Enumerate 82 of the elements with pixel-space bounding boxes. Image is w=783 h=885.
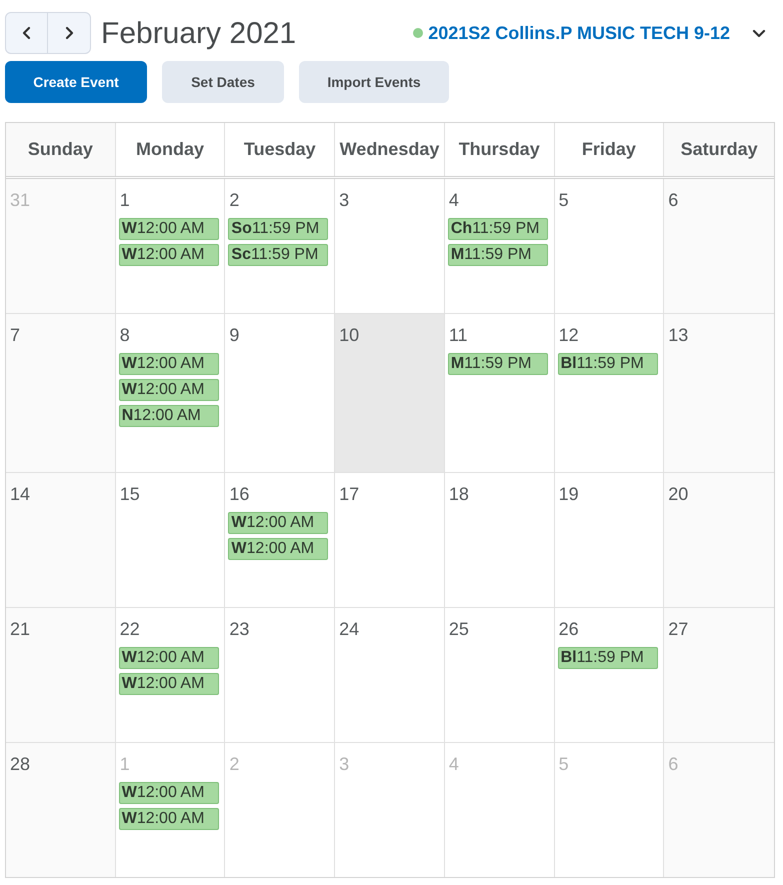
day-number: 16 (229, 484, 250, 504)
day-cell[interactable]: 22 W12:00 AM W12:00 AM (116, 608, 226, 742)
day-number: 5 (558, 754, 569, 774)
day-number: 19 (558, 484, 579, 504)
toolbar-button[interactable]: Create Event (5, 61, 147, 103)
day-cell[interactable]: 7 (6, 314, 116, 472)
toolbar-button[interactable]: Import Events (299, 61, 449, 103)
event-chip[interactable]: W12:00 AM (118, 353, 219, 375)
day-number: 5 (558, 190, 569, 210)
day-number: 11 (448, 325, 468, 345)
day-cell[interactable]: 5 (554, 179, 664, 313)
day-number: 1 (120, 190, 130, 210)
day-number: 3 (339, 190, 350, 210)
day-cell[interactable]: 12 Bl11:59 PM (554, 314, 664, 472)
event-chip[interactable]: M11:59 PM (448, 353, 548, 375)
day-cell[interactable]: 27 (664, 608, 774, 742)
day-number: 21 (10, 619, 30, 639)
day-number: 26 (558, 619, 579, 639)
event-chip[interactable]: W12:00 AM (118, 218, 219, 240)
day-number: 2 (229, 754, 240, 774)
day-number: 18 (448, 484, 469, 504)
event-chip[interactable]: W12:00 AM (118, 808, 219, 830)
day-number: 24 (339, 619, 360, 639)
day-number: 22 (120, 619, 140, 639)
day-cell[interactable]: 16 W12:00 AM W12:00 AM (225, 473, 336, 607)
day-number: 31 (10, 190, 30, 210)
day-cell[interactable]: 2 So11:59 PM Sc11:59 PM (225, 179, 336, 313)
day-cell[interactable]: 1 W12:00 AM W12:00 AM (116, 179, 226, 313)
day-number: 23 (229, 619, 250, 639)
day-number: 17 (339, 484, 360, 504)
day-number: 4 (448, 754, 459, 774)
day-number: 10 (339, 325, 360, 345)
event-chip[interactable]: W12:00 AM (118, 379, 219, 401)
day-cell[interactable]: 19 (554, 473, 664, 607)
day-cell[interactable]: 14 (6, 473, 116, 607)
day-number: 20 (668, 484, 688, 504)
event-chip[interactable]: N12:00 AM (118, 405, 219, 427)
day-number: 25 (448, 619, 469, 639)
weekday-header: Friday (554, 123, 664, 176)
day-cell[interactable]: 21 (6, 608, 116, 742)
event-chip[interactable]: Bl11:59 PM (558, 353, 658, 375)
day-number: 9 (229, 325, 240, 345)
day-number: 6 (668, 754, 678, 774)
day-number: 4 (448, 190, 459, 210)
day-cell[interactable]: 26 Bl11:59 PM (554, 608, 664, 742)
day-cell[interactable]: 28 (6, 743, 116, 877)
event-chip[interactable]: Ch11:59 PM (448, 218, 548, 240)
day-number: 6 (668, 190, 678, 210)
event-chip[interactable]: W12:00 AM (118, 647, 219, 669)
event-chip[interactable]: W12:00 AM (228, 538, 328, 560)
day-number: 27 (668, 619, 688, 639)
day-number: 2 (229, 190, 240, 210)
weekday-header: Sunday (6, 123, 116, 176)
day-number: 12 (558, 325, 579, 345)
month-title: February 2021 (101, 16, 296, 52)
event-chip[interactable]: M11:59 PM (448, 244, 548, 266)
day-number: 15 (120, 484, 140, 504)
day-cell[interactable]: 6 (664, 179, 774, 313)
day-cell[interactable]: 1 W12:00 AM W12:00 AM (116, 743, 226, 877)
day-number: 7 (10, 325, 20, 345)
event-chip[interactable]: Bl11:59 PM (558, 647, 658, 669)
day-number: 1 (120, 754, 130, 774)
event-chip[interactable]: W12:00 AM (118, 673, 219, 695)
day-cell[interactable]: 10 (335, 314, 445, 472)
toolbar-button[interactable]: Set Dates (162, 61, 284, 103)
day-number: 28 (10, 754, 30, 774)
day-number: 13 (668, 325, 688, 345)
weekday-header: Saturday (664, 123, 774, 176)
event-chip[interactable]: W12:00 AM (228, 512, 328, 534)
day-number: 14 (10, 484, 30, 504)
event-chip[interactable]: W12:00 AM (118, 782, 219, 804)
day-cell[interactable]: 8 W12:00 AM W12:00 AM N12:00 AM (116, 314, 226, 472)
event-chip[interactable]: So11:59 PM (228, 218, 328, 240)
day-number: 3 (339, 754, 350, 774)
weekday-header: Monday (116, 123, 226, 176)
course-selector-link[interactable]: 2021S2 Collins.P MUSIC TECH 9-12 (428, 20, 730, 46)
event-chip[interactable]: Sc11:59 PM (228, 244, 328, 266)
day-number: 8 (120, 325, 130, 345)
event-chip[interactable]: W12:00 AM (118, 244, 219, 266)
day-cell[interactable]: 20 (664, 473, 774, 607)
day-cell[interactable]: 15 (116, 473, 226, 607)
day-cell[interactable]: 13 (664, 314, 774, 472)
